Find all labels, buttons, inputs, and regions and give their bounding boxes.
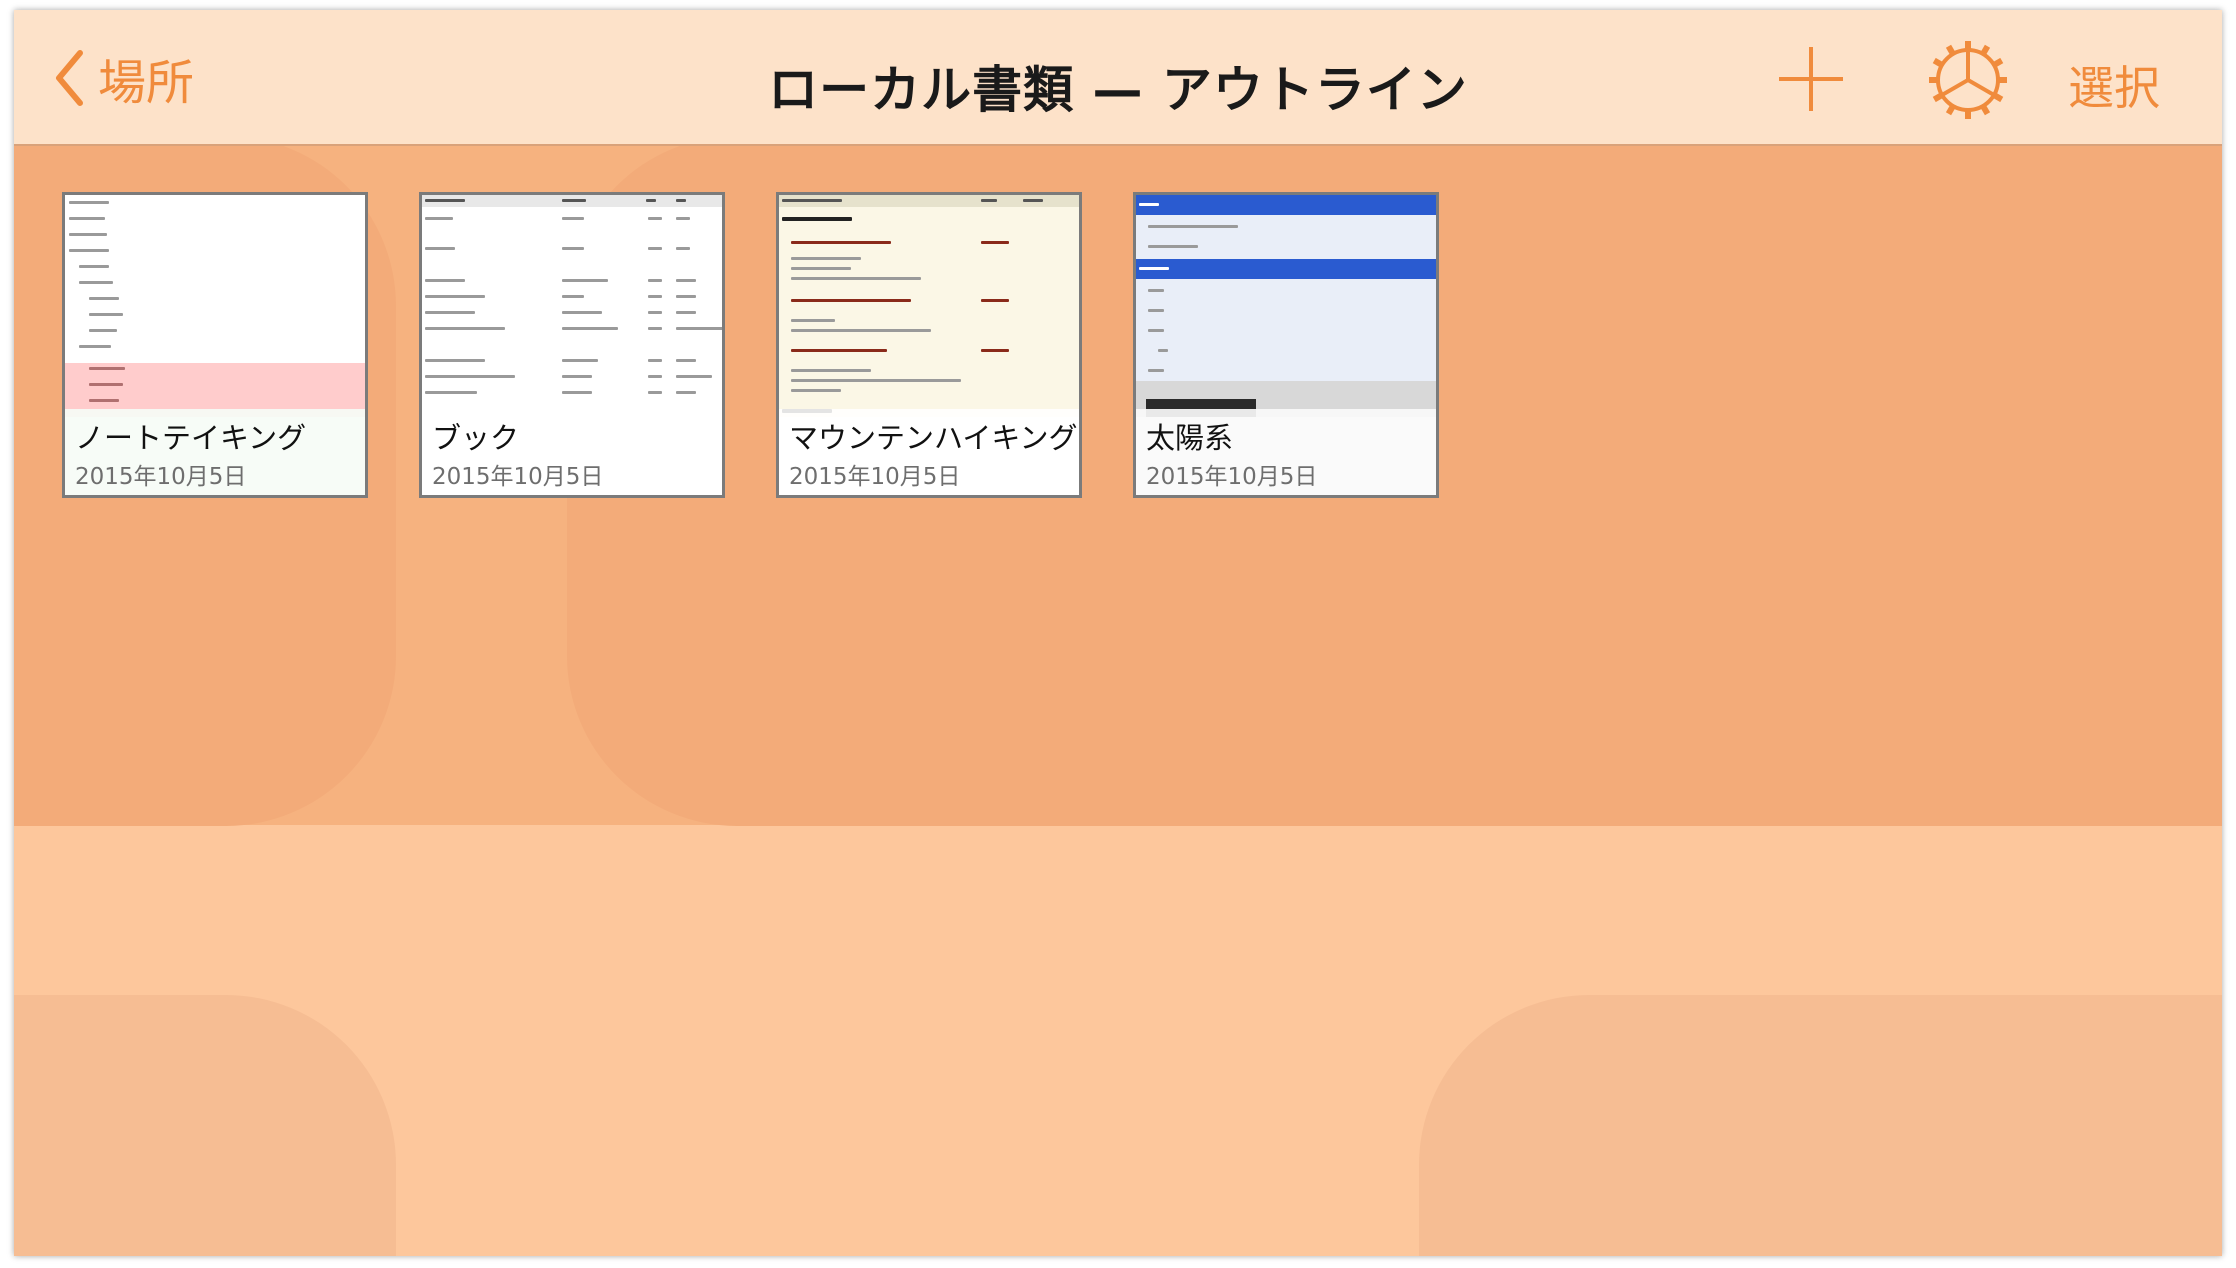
page-title: ローカル書類 — アウトライン [768,61,1468,119]
settings-button[interactable] [1928,40,2008,120]
document-thumbnail [1136,195,1436,417]
document-name: 太陽系 [1146,421,1234,455]
card-label: ノートテイキング 2015年10月5日 [65,409,365,495]
document-date: 2015年10月5日 [1146,464,1318,490]
document-date: 2015年10月5日 [789,464,961,490]
document-card-mountain-hiking[interactable]: マウンテンハイキング 2015年10月5日 [776,192,1082,498]
document-card-solar-system[interactable]: 太陽系 2015年10月5日 [1133,192,1439,498]
document-name: ノートテイキング [75,421,307,455]
document-card-books[interactable]: ブック 2015年10月5日 [419,192,725,498]
plus-icon [1779,47,1843,111]
document-thumbnail [422,195,722,417]
background-shape [1419,995,2222,1256]
document-thumbnail [779,195,1079,417]
document-name: マウンテンハイキング [789,421,1078,455]
add-button[interactable] [1776,44,1846,114]
card-label: 太陽系 2015年10月5日 [1136,409,1436,495]
document-date: 2015年10月5日 [432,464,604,490]
app-window: 場所 ローカル書類 — アウトライン 選択 ノートテイキング 2015年10月5… [14,10,2222,1256]
navigation-bar: 場所 ローカル書類 — アウトライン 選択 [14,10,2222,146]
select-button[interactable]: 選択 [2068,52,2160,118]
document-name: ブック [432,421,520,455]
card-label: マウンテンハイキング 2015年10月5日 [779,409,1079,495]
gear-icon [1929,41,2007,119]
card-label: ブック 2015年10月5日 [422,409,722,495]
document-thumbnail [65,195,365,417]
document-card-note-taking[interactable]: ノートテイキング 2015年10月5日 [62,192,368,498]
document-date: 2015年10月5日 [75,464,247,490]
